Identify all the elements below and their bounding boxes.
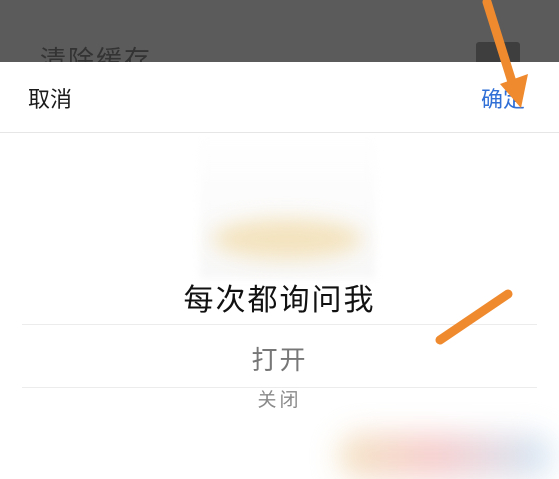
backdrop-label: 清除缓存 bbox=[40, 46, 153, 62]
selection-line-top bbox=[22, 324, 537, 325]
confirm-button[interactable]: 确定 bbox=[481, 82, 525, 114]
cancel-button[interactable]: 取消 bbox=[28, 82, 72, 114]
blurred-option bbox=[212, 219, 362, 259]
picker-toolbar: 取消 确定 bbox=[0, 62, 559, 132]
picker-option-close[interactable]: 关闭 bbox=[0, 385, 559, 412]
picker-sheet: 取消 确定 每次都询问我 打开 关闭 bbox=[0, 62, 559, 479]
picker-option-open[interactable]: 打开 bbox=[0, 340, 559, 377]
blurred-bottom-overlay bbox=[338, 433, 553, 479]
option-picker-wheel[interactable]: 每次都询问我 打开 关闭 bbox=[0, 133, 559, 479]
dimmed-background: 清除缓存 bbox=[0, 0, 559, 62]
backdrop-value bbox=[476, 42, 520, 62]
picker-option-ask-every-time[interactable]: 每次都询问我 bbox=[0, 275, 559, 319]
